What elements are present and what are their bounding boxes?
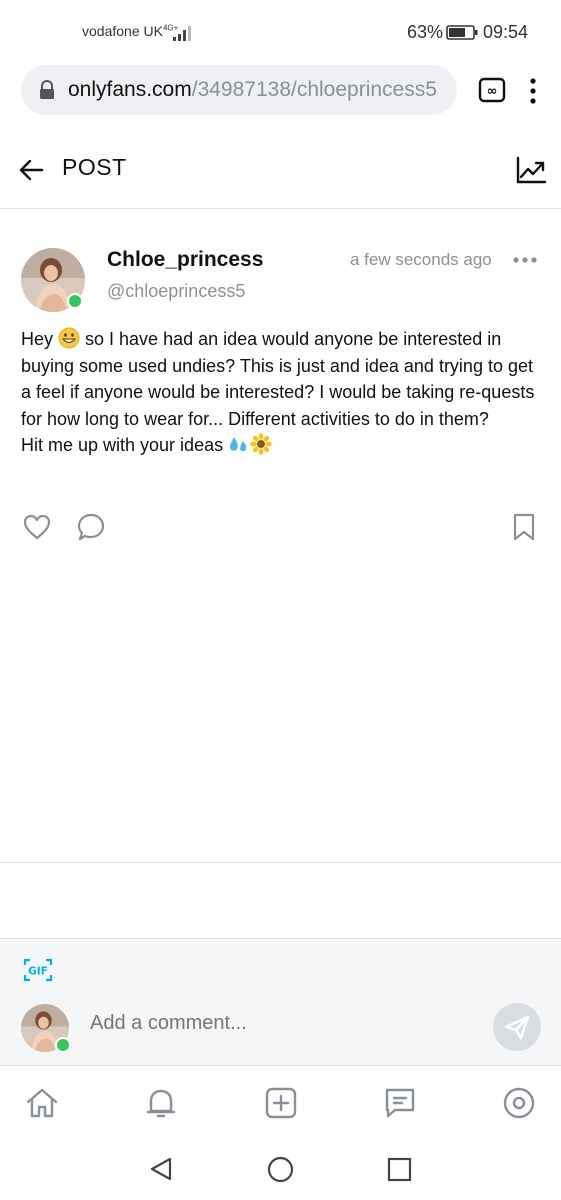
battery-percent: 63% xyxy=(407,22,444,42)
status-bar: vodafone UK4G+ 63% 09:54 xyxy=(0,0,561,60)
sweat-droplets-emoji xyxy=(230,437,247,452)
url-domain: onlyfans.com xyxy=(68,78,192,101)
system-home-icon[interactable] xyxy=(267,1156,294,1183)
lock-icon xyxy=(40,80,54,99)
comment-area xyxy=(0,939,561,1065)
svg-text:∞: ∞ xyxy=(487,84,498,99)
tab-switcher-icon[interactable]: ∞ xyxy=(478,77,506,103)
sunflower-emoji xyxy=(250,433,272,455)
gif-label: GIF xyxy=(28,966,48,978)
comment-icon[interactable] xyxy=(76,512,106,542)
post-text-main: so I have had an idea would anyone be in… xyxy=(21,329,535,455)
menu-kebab-icon[interactable] xyxy=(522,77,544,105)
back-arrow-icon[interactable] xyxy=(18,157,44,183)
send-button[interactable] xyxy=(493,1003,541,1051)
url-text[interactable]: onlyfans.com/34987138/chloeprincess5 xyxy=(68,78,453,102)
post-text-start: Hey xyxy=(21,329,59,349)
statistics-icon[interactable] xyxy=(515,155,547,185)
carrier-label: vodafone UK4G+ xyxy=(82,23,178,39)
comment-input[interactable] xyxy=(90,1012,470,1035)
url-path: /34987138/chloeprincess5 xyxy=(191,78,437,101)
like-icon[interactable] xyxy=(22,512,52,542)
my-online-indicator xyxy=(55,1037,71,1053)
system-recents-icon[interactable] xyxy=(387,1157,412,1182)
more-options-icon[interactable] xyxy=(512,252,538,268)
author-handle[interactable]: @chloeprincess5 xyxy=(107,281,245,302)
home-icon[interactable] xyxy=(24,1085,60,1121)
clock: 09:54 xyxy=(483,22,529,42)
content-divider xyxy=(0,862,561,863)
profile-icon[interactable] xyxy=(501,1085,537,1121)
send-icon xyxy=(504,1015,530,1040)
battery-icon xyxy=(446,25,478,40)
author-name[interactable]: Chloe_princess xyxy=(107,248,263,272)
carrier-name: vodafone UK xyxy=(82,23,163,39)
gif-icon[interactable]: GIF xyxy=(23,957,53,983)
notifications-icon[interactable] xyxy=(143,1085,179,1121)
add-post-icon[interactable] xyxy=(263,1085,299,1121)
signal-icon xyxy=(173,26,191,41)
online-indicator xyxy=(67,293,83,309)
post-timestamp[interactable]: a few seconds ago xyxy=(350,250,492,270)
grinning-face-emoji xyxy=(58,327,80,349)
messages-icon[interactable] xyxy=(382,1085,418,1121)
header-divider xyxy=(0,208,561,209)
bookmark-icon[interactable] xyxy=(510,512,538,542)
system-back-icon[interactable] xyxy=(148,1156,174,1182)
post-body: Hey so I have had an idea would anyone b… xyxy=(21,326,543,459)
page-title: POST xyxy=(62,154,127,180)
